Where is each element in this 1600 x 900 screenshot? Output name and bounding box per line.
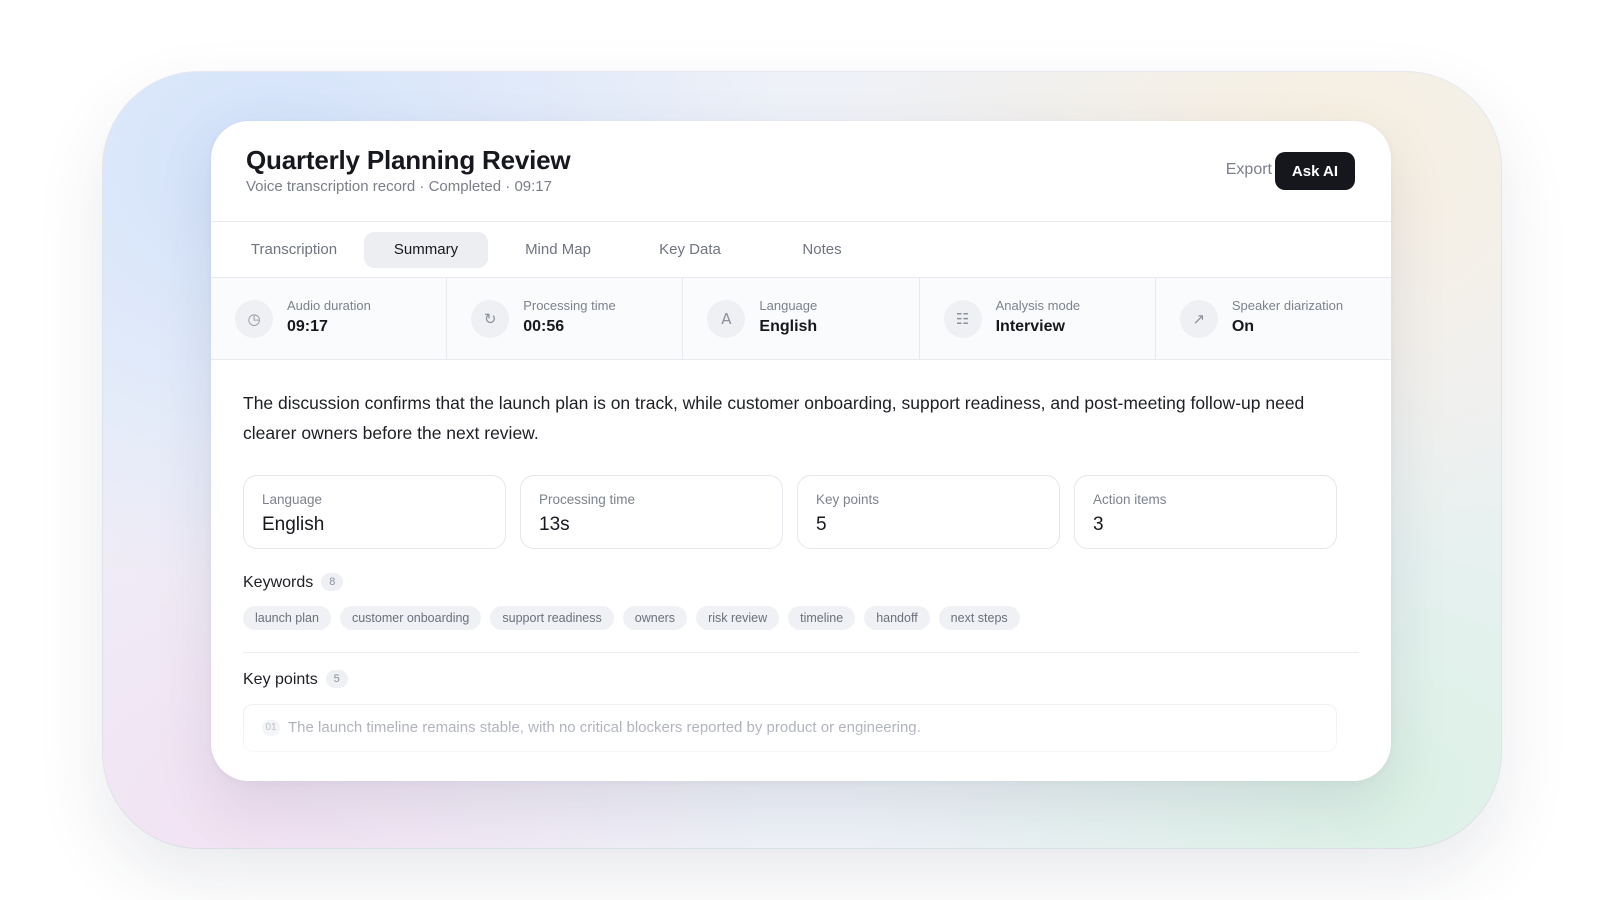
- stat-label: Speaker diarization: [1231, 298, 1344, 313]
- stat-label: Processing time: [523, 298, 616, 313]
- tab-bar: Transcription Summary Mind Map Key Data …: [211, 222, 1391, 278]
- stat-value: English: [759, 318, 818, 335]
- key-point-item[interactable]: 01 The launch timeline remains stable, w…: [243, 704, 1337, 752]
- metric-label: Key points: [816, 492, 880, 507]
- keyword-chip[interactable]: risk review: [696, 606, 780, 630]
- language-icon: A: [707, 300, 746, 338]
- tab-mind-map[interactable]: Mind Map: [496, 232, 620, 268]
- metric-value: 5: [816, 514, 827, 535]
- metric-value: 13s: [539, 514, 570, 535]
- stat-label: Analysis mode: [995, 298, 1081, 313]
- key-points-title: Key points: [243, 671, 318, 688]
- clock-icon: ◷: [235, 300, 273, 338]
- stat-label: Audio duration: [287, 298, 371, 313]
- keywords-title: Keywords: [243, 574, 314, 591]
- keyword-chip[interactable]: owners: [622, 606, 688, 630]
- transcription-card: Quarterly Planning Review Voice transcri…: [211, 121, 1391, 781]
- export-button[interactable]: Export: [1226, 161, 1272, 179]
- stat-language: A Language English: [683, 278, 920, 359]
- keyword-list: launch plan customer onboarding support …: [243, 606, 1020, 630]
- key-points-count-badge: 5: [325, 670, 348, 688]
- card-header: Quarterly Planning Review Voice transcri…: [211, 121, 1391, 222]
- tab-key-data[interactable]: Key Data: [628, 232, 752, 268]
- tab-summary[interactable]: Summary: [364, 232, 488, 268]
- metric-action-items: Action items 3: [1074, 475, 1337, 549]
- ask-ai-button[interactable]: Ask AI: [1275, 152, 1355, 190]
- arrow-icon: ↗: [1179, 300, 1218, 338]
- key-point-number: 01: [262, 720, 280, 736]
- metric-label: Language: [262, 492, 323, 507]
- keyword-chip[interactable]: next steps: [938, 606, 1020, 630]
- refresh-icon: ↻: [471, 300, 510, 338]
- metric-key-points: Key points 5: [797, 475, 1060, 549]
- keyword-chip[interactable]: customer onboarding: [339, 606, 482, 630]
- tab-transcription[interactable]: Transcription: [232, 232, 356, 268]
- stat-value: On: [1231, 318, 1255, 335]
- section-divider: [243, 652, 1359, 653]
- metric-value: English: [262, 514, 325, 535]
- stat-speaker-diarization: ↗ Speaker diarization On: [1156, 278, 1391, 359]
- metric-processing-time: Processing time 13s: [520, 475, 783, 549]
- page-subtitle: Voice transcription record · Completed ·…: [246, 178, 552, 195]
- metric-value: 3: [1093, 514, 1104, 535]
- key-point-text: The launch timeline remains stable, with…: [288, 719, 921, 736]
- keyword-chip[interactable]: handoff: [864, 606, 930, 630]
- list-icon: ☷: [943, 300, 982, 338]
- metric-label: Processing time: [539, 492, 636, 507]
- metric-label: Action items: [1093, 492, 1167, 507]
- keyword-chip[interactable]: timeline: [788, 606, 856, 630]
- key-points-heading: Key points 5: [243, 670, 348, 689]
- stat-analysis-mode: ☷ Analysis mode Interview: [920, 278, 1156, 359]
- stats-bar: ◷ Audio duration 09:17 ↻ Processing time…: [211, 278, 1391, 360]
- metric-language: Language English: [243, 475, 506, 549]
- stat-value: 09:17: [287, 318, 328, 335]
- stat-audio-duration: ◷ Audio duration 09:17: [211, 278, 448, 359]
- tab-notes[interactable]: Notes: [760, 232, 884, 268]
- stat-value: 00:56: [523, 318, 565, 335]
- page-title: Quarterly Planning Review: [246, 145, 571, 175]
- keyword-chip[interactable]: support readiness: [490, 606, 614, 630]
- keywords-heading: Keywords 8: [243, 573, 344, 592]
- summary-text: The discussion confirms that the launch …: [243, 393, 1305, 443]
- keywords-count-badge: 8: [321, 573, 344, 591]
- stat-processing-time: ↻ Processing time 00:56: [447, 278, 684, 359]
- stat-label: Language: [759, 298, 818, 313]
- keyword-chip[interactable]: launch plan: [243, 606, 331, 630]
- stat-value: Interview: [995, 318, 1065, 335]
